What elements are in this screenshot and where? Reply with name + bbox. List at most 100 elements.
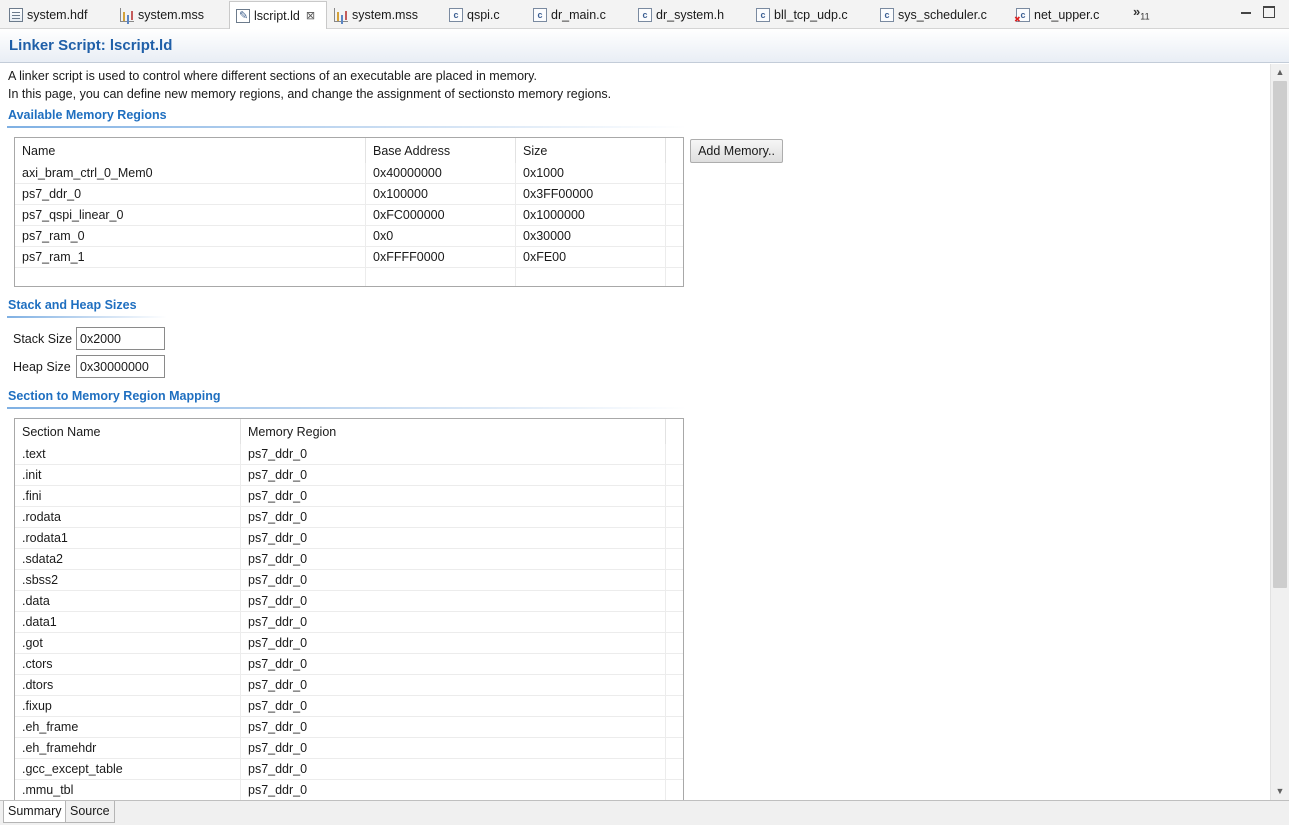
tab-system-mss-2[interactable]: system.mss xyxy=(328,2,418,28)
table-row[interactable]: .text ps7_ddr_0 xyxy=(15,444,683,465)
table-row[interactable]: .rodata1 ps7_ddr_0 xyxy=(15,528,683,549)
memory-region-cell[interactable]: ps7_ddr_0 xyxy=(241,444,666,465)
c-file-icon: c xyxy=(533,8,547,22)
tab-label: lscript.ld xyxy=(254,8,300,23)
table-row[interactable]: .init ps7_ddr_0 xyxy=(15,465,683,486)
memory-region-cell[interactable]: ps7_ddr_0 xyxy=(241,633,666,654)
add-memory-button[interactable]: Add Memory.. xyxy=(690,139,783,163)
memory-region-cell[interactable]: ps7_ddr_0 xyxy=(241,717,666,738)
vertical-scrollbar[interactable]: ▲ ▼ xyxy=(1270,64,1289,800)
section-name-cell: .ctors xyxy=(15,654,241,675)
table-header: Name Base Address Size xyxy=(15,138,683,163)
table-row[interactable]: .data ps7_ddr_0 xyxy=(15,591,683,612)
memory-size-cell: 0x1000 xyxy=(516,163,666,184)
table-row[interactable]: .got ps7_ddr_0 xyxy=(15,633,683,654)
memory-base-cell: 0x40000000 xyxy=(366,163,516,184)
mss-bar-chart-icon xyxy=(334,8,348,22)
memory-regions-table[interactable]: Name Base Address Size axi_bram_ctrl_0_M… xyxy=(14,137,684,287)
tab-label: qspi.c xyxy=(467,8,500,22)
memory-region-cell[interactable]: ps7_ddr_0 xyxy=(241,507,666,528)
table-header: Section Name Memory Region xyxy=(15,419,683,444)
memory-base-cell: 0xFFFF0000 xyxy=(366,247,516,268)
heap-size-input[interactable] xyxy=(76,355,165,378)
table-row[interactable]: .fixup ps7_ddr_0 xyxy=(15,696,683,717)
table-row[interactable]: ps7_ram_0 0x0 0x30000 xyxy=(15,226,683,247)
table-row[interactable]: ps7_qspi_linear_0 0xFC000000 0x1000000 xyxy=(15,205,683,226)
table-row[interactable]: .fini ps7_ddr_0 xyxy=(15,486,683,507)
memory-region-cell[interactable]: ps7_ddr_0 xyxy=(241,486,666,507)
scroll-up-icon[interactable]: ▲ xyxy=(1271,64,1289,80)
memory-size-cell: 0x30000 xyxy=(516,226,666,247)
tab-qspi-c[interactable]: c qspi.c xyxy=(443,2,500,28)
tab-label: system.mss xyxy=(138,8,204,22)
tab-net-upper-c[interactable]: c net_upper.c xyxy=(1010,2,1099,28)
tab-lscript-ld[interactable]: lscript.ld ⊠ xyxy=(229,1,327,29)
memory-name-cell: axi_bram_ctrl_0_Mem0 xyxy=(15,163,366,184)
table-row[interactable]: ps7_ddr_0 0x100000 0x3FF00000 xyxy=(15,184,683,205)
tab-summary[interactable]: Summary xyxy=(3,801,67,823)
table-row[interactable]: .sdata2 ps7_ddr_0 xyxy=(15,549,683,570)
tab-bll-tcp-udp-c[interactable]: c bll_tcp_udp.c xyxy=(750,2,848,28)
section-mapping-table[interactable]: Section Name Memory Region .text ps7_ddr_… xyxy=(14,418,684,800)
memory-region-cell[interactable]: ps7_ddr_0 xyxy=(241,570,666,591)
section-name-cell: .rodata1 xyxy=(15,528,241,549)
memory-region-cell[interactable]: ps7_ddr_0 xyxy=(241,759,666,780)
c-file-icon: c xyxy=(756,8,770,22)
table-row[interactable]: axi_bram_ctrl_0_Mem0 0x40000000 0x1000 xyxy=(15,163,683,184)
table-row[interactable]: .eh_framehdr ps7_ddr_0 xyxy=(15,738,683,759)
tab-dr-main-c[interactable]: c dr_main.c xyxy=(527,2,606,28)
memory-region-cell[interactable]: ps7_ddr_0 xyxy=(241,738,666,759)
section-name-cell: .rodata xyxy=(15,507,241,528)
section-divider xyxy=(7,407,687,409)
tab-system-mss[interactable]: system.mss xyxy=(114,2,204,28)
scroll-down-icon[interactable]: ▼ xyxy=(1271,783,1289,799)
memory-region-cell[interactable]: ps7_ddr_0 xyxy=(241,654,666,675)
memory-regions-title: Available Memory Regions xyxy=(8,108,167,122)
maximize-icon[interactable] xyxy=(1263,6,1275,18)
table-row[interactable]: .rodata ps7_ddr_0 xyxy=(15,507,683,528)
tab-label: dr_main.c xyxy=(551,8,606,22)
tab-system-hdf[interactable]: system.hdf xyxy=(3,2,87,28)
memory-region-cell[interactable]: ps7_ddr_0 xyxy=(241,780,666,800)
section-name-cell: .data xyxy=(15,591,241,612)
memory-name-cell: ps7_ram_0 xyxy=(15,226,366,247)
table-row[interactable]: .dtors ps7_ddr_0 xyxy=(15,675,683,696)
table-row[interactable]: .ctors ps7_ddr_0 xyxy=(15,654,683,675)
table-row[interactable]: .sbss2 ps7_ddr_0 xyxy=(15,570,683,591)
memory-name-cell: ps7_ram_1 xyxy=(15,247,366,268)
table-row[interactable]: .eh_frame ps7_ddr_0 xyxy=(15,717,683,738)
tab-overflow-count: 11 xyxy=(1140,11,1150,22)
section-name-cell: .fixup xyxy=(15,696,241,717)
table-row[interactable]: .mmu_tbl ps7_ddr_0 xyxy=(15,780,683,800)
memory-region-cell[interactable]: ps7_ddr_0 xyxy=(241,528,666,549)
column-header-size[interactable]: Size xyxy=(516,138,666,163)
c-file-icon: c xyxy=(449,8,463,22)
column-header-name[interactable]: Name xyxy=(15,138,366,163)
mss-bar-chart-icon xyxy=(120,8,134,22)
tab-overflow-button[interactable]: »11 xyxy=(1133,4,1150,22)
memory-region-cell[interactable]: ps7_ddr_0 xyxy=(241,696,666,717)
close-icon[interactable]: ⊠ xyxy=(306,9,315,22)
tab-sys-scheduler-c[interactable]: c sys_scheduler.c xyxy=(874,2,987,28)
column-header-section-name[interactable]: Section Name xyxy=(15,419,241,444)
memory-region-cell[interactable]: ps7_ddr_0 xyxy=(241,465,666,486)
column-header-base-address[interactable]: Base Address xyxy=(366,138,516,163)
tab-dr-system-h[interactable]: c dr_system.h xyxy=(632,2,724,28)
table-row[interactable]: .gcc_except_table ps7_ddr_0 xyxy=(15,759,683,780)
memory-size-cell: 0x1000000 xyxy=(516,205,666,226)
table-row[interactable]: ps7_ram_1 0xFFFF0000 0xFE00 xyxy=(15,247,683,268)
memory-region-cell[interactable]: ps7_ddr_0 xyxy=(241,549,666,570)
stack-size-input[interactable] xyxy=(76,327,165,350)
linker-script-icon xyxy=(236,8,250,23)
tab-label: system.hdf xyxy=(27,8,88,22)
memory-region-cell[interactable]: ps7_ddr_0 xyxy=(241,612,666,633)
memory-region-cell[interactable]: ps7_ddr_0 xyxy=(241,591,666,612)
section-name-cell: .fini xyxy=(15,486,241,507)
memory-region-cell[interactable]: ps7_ddr_0 xyxy=(241,675,666,696)
table-row[interactable]: .data1 ps7_ddr_0 xyxy=(15,612,683,633)
scrollbar-thumb[interactable] xyxy=(1273,81,1287,588)
column-header-memory-region[interactable]: Memory Region xyxy=(241,419,666,444)
minimize-icon[interactable] xyxy=(1240,6,1252,18)
table-row-empty xyxy=(15,268,683,286)
tab-source[interactable]: Source xyxy=(65,801,115,823)
